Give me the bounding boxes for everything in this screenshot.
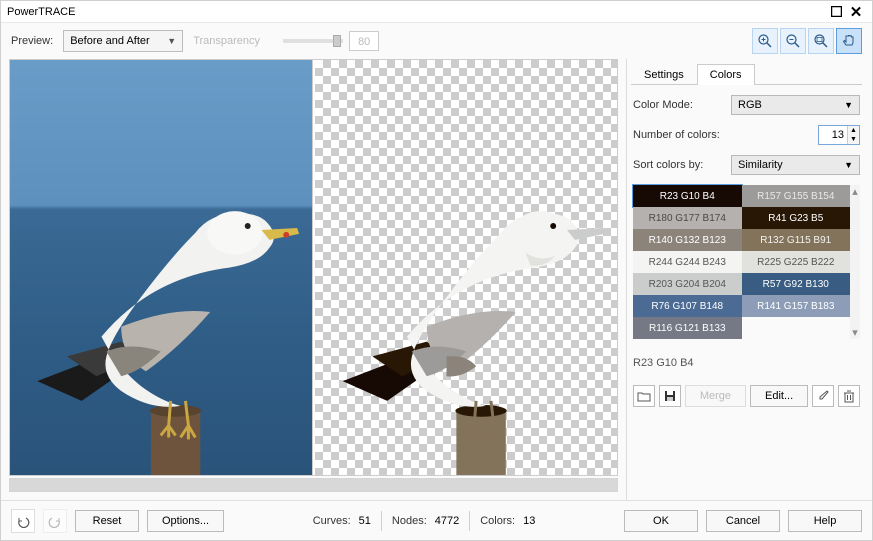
options-button[interactable]: Options...: [147, 510, 224, 532]
app-title: PowerTRACE: [7, 6, 75, 18]
color-swatch[interactable]: R203 G204 B204: [633, 273, 742, 295]
undo-button[interactable]: [11, 509, 35, 533]
tab-colors-body: Color Mode: RGB ▼ Number of colors: ▲ ▼ …: [631, 85, 862, 417]
bird-before: [10, 60, 312, 475]
side-panel: Settings Colors Color Mode: RGB ▼ Number…: [626, 59, 872, 500]
delete-button[interactable]: [838, 385, 860, 407]
sort-label: Sort colors by:: [633, 159, 731, 171]
redo-button[interactable]: [43, 509, 67, 533]
color-swatch[interactable]: R76 G107 B148: [633, 295, 742, 317]
spin-down-icon[interactable]: ▼: [847, 135, 859, 144]
num-colors-input[interactable]: [819, 126, 847, 144]
color-swatch-list: R23 G10 B4R157 G155 B154R180 G177 B174R4…: [633, 185, 860, 339]
top-toolbar: Preview: Before and After ▼ Transparency…: [1, 23, 872, 59]
edit-button[interactable]: Edit...: [750, 385, 808, 407]
color-mode-label: Color Mode:: [633, 99, 731, 111]
sort-value: Similarity: [738, 159, 783, 171]
transparency-slider: [283, 39, 343, 43]
color-actions: Merge Edit...: [633, 385, 860, 407]
colors-value: 13: [523, 515, 535, 527]
chevron-down-icon: ▼: [167, 36, 176, 46]
bird-after: [315, 60, 618, 475]
sort-dropdown[interactable]: Similarity ▼: [731, 155, 860, 175]
pan-button[interactable]: [836, 28, 862, 54]
transparency-label: Transparency: [193, 35, 273, 47]
ok-button[interactable]: OK: [624, 510, 698, 532]
zoom-in-button[interactable]: [752, 28, 778, 54]
curves-value: 51: [359, 515, 371, 527]
selected-color-label: R23 G10 B4: [633, 357, 860, 369]
tab-colors[interactable]: Colors: [697, 64, 755, 85]
num-colors-spinner[interactable]: ▲ ▼: [818, 125, 860, 145]
swatch-scrollbar[interactable]: ▴▾: [850, 185, 860, 339]
color-swatch[interactable]: R157 G155 B154: [742, 185, 851, 207]
color-swatch[interactable]: R23 G10 B4: [633, 185, 742, 207]
preview-mode-dropdown[interactable]: Before and After ▼: [63, 30, 183, 52]
num-colors-label: Number of colors:: [633, 129, 818, 141]
nodes-value: 4772: [435, 515, 459, 527]
color-swatch[interactable]: R57 G92 B130: [742, 273, 851, 295]
chevron-down-icon: ▼: [844, 160, 853, 170]
transparency-value: 80: [349, 31, 379, 51]
color-swatch[interactable]: R225 G225 B222: [742, 251, 851, 273]
scroll-thumb[interactable]: [10, 479, 617, 491]
save-palette-button[interactable]: [659, 385, 681, 407]
nodes-label: Nodes:: [392, 515, 427, 527]
colors-label: Colors:: [480, 515, 515, 527]
slider-thumb: [333, 35, 341, 47]
open-palette-button[interactable]: [633, 385, 655, 407]
help-button[interactable]: Help: [788, 510, 862, 532]
color-swatch[interactable]: R41 G23 B5: [742, 207, 851, 229]
tab-settings[interactable]: Settings: [631, 64, 697, 85]
color-swatch[interactable]: R180 G177 B174: [633, 207, 742, 229]
preview-scrollbar-h[interactable]: [9, 478, 618, 492]
side-tabs: Settings Colors: [631, 63, 862, 85]
zoom-out-button[interactable]: [780, 28, 806, 54]
spin-up-icon[interactable]: ▲: [847, 126, 859, 135]
preview-split: [9, 59, 618, 476]
zoom-tools: [752, 28, 862, 54]
footer: Reset Options... Curves: 51 Nodes: 4772 …: [1, 500, 872, 540]
chevron-down-icon: ▼: [844, 100, 853, 110]
close-icon[interactable]: ✕: [846, 1, 866, 23]
merge-button: Merge: [685, 385, 746, 407]
preview-label: Preview:: [11, 35, 53, 47]
preview-before[interactable]: [10, 60, 313, 475]
reset-button[interactable]: Reset: [75, 510, 139, 532]
color-mode-value: RGB: [738, 99, 762, 111]
color-swatch[interactable]: R116 G121 B133: [633, 317, 742, 339]
preview-area: [1, 59, 626, 500]
eyedropper-button[interactable]: [812, 385, 834, 407]
curves-label: Curves:: [313, 515, 351, 527]
maximize-icon[interactable]: [826, 1, 846, 23]
preview-mode-value: Before and After: [70, 35, 150, 47]
preview-after[interactable]: [315, 60, 618, 475]
color-mode-dropdown[interactable]: RGB ▼: [731, 95, 860, 115]
color-swatch[interactable]: R132 G115 B91: [742, 229, 851, 251]
color-swatch[interactable]: R141 G157 B183: [742, 295, 851, 317]
main-area: Settings Colors Color Mode: RGB ▼ Number…: [1, 59, 872, 500]
zoom-fit-button[interactable]: [808, 28, 834, 54]
cancel-button[interactable]: Cancel: [706, 510, 780, 532]
titlebar: PowerTRACE ✕: [1, 1, 872, 23]
color-swatch[interactable]: R244 G244 B243: [633, 251, 742, 273]
color-swatch[interactable]: R140 G132 B123: [633, 229, 742, 251]
